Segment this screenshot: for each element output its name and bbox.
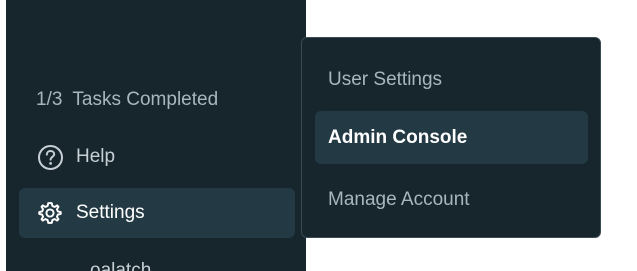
- tasks-progress[interactable]: 1/3 Tasks Completed: [19, 75, 295, 125]
- app-screen: 1/3 Tasks Completed Help Settings oalatc…: [0, 0, 637, 271]
- menu-item-user-settings[interactable]: User Settings: [315, 53, 588, 106]
- sidebar-item-partial[interactable]: oalatch...: [90, 258, 167, 271]
- sidebar-item-label: Help: [76, 146, 116, 167]
- gear-icon: [36, 199, 64, 227]
- menu-item-manage-account[interactable]: Manage Account: [315, 173, 588, 226]
- help-circle-icon: [36, 143, 64, 171]
- settings-dropdown-menu: User Settings Admin Console Manage Accou…: [301, 37, 601, 238]
- tasks-count: 1/3: [36, 89, 63, 110]
- sidebar-item-settings[interactable]: Settings: [19, 188, 295, 238]
- sidebar-item-help[interactable]: Help: [19, 132, 295, 182]
- sidebar: 1/3 Tasks Completed Help Settings: [6, 0, 306, 271]
- sidebar-item-label: Settings: [76, 202, 145, 223]
- tasks-label: Tasks Completed: [72, 89, 219, 110]
- menu-item-admin-console[interactable]: Admin Console: [315, 111, 588, 164]
